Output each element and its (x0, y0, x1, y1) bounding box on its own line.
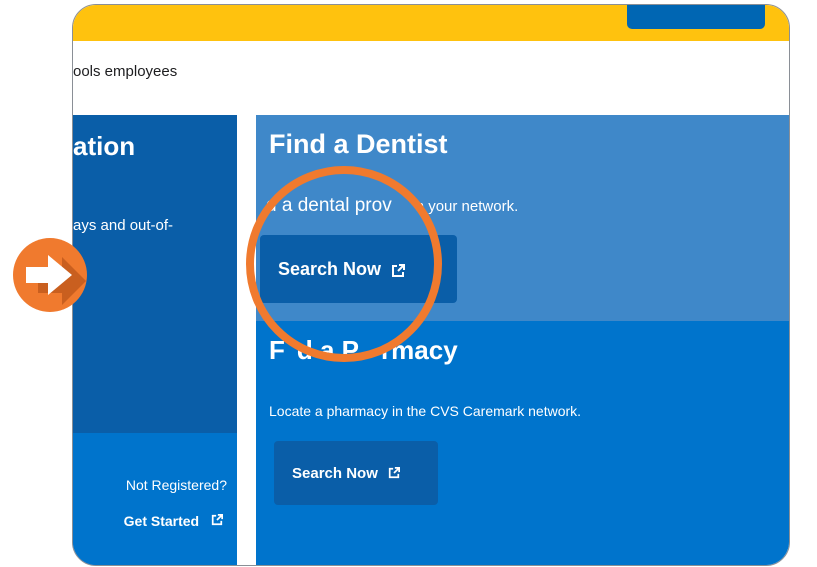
pharmacy-title-left: F (269, 335, 285, 365)
play-arrow-icon (12, 237, 96, 313)
left-panel: ation ays and out-of- Not Registered? Ge… (73, 115, 237, 565)
external-link-icon (391, 262, 406, 277)
dentist-search-now-button[interactable]: Search Now (260, 235, 457, 303)
left-panel-text: ays and out-of- (73, 217, 174, 234)
pharmacy-search-label: Search Now (292, 464, 378, 482)
find-dentist-description: d a dental prov n your network. (266, 195, 518, 217)
dentist-desc-part1: d a dental prov (266, 195, 392, 216)
find-pharmacy-title: Fd a P rmacy (269, 335, 458, 366)
not-registered-text: Not Registered? (125, 477, 227, 493)
top-bar (73, 5, 789, 41)
top-bar-button[interactable] (627, 5, 765, 29)
find-pharmacy-card: Fd a P rmacy Locate a pharmacy in the CVS… (256, 321, 789, 565)
get-started-label: Get Started (123, 513, 200, 529)
external-link-icon (211, 513, 225, 527)
find-pharmacy-description: Locate a pharmacy in the CVS Caremark ne… (269, 403, 582, 419)
get-started-link[interactable]: Get Started (124, 513, 225, 529)
screen-frame: ools employees ation ays and out-of- Not… (72, 4, 790, 566)
pharmacy-title-right: rmacy (381, 335, 458, 365)
left-panel-title: ation (73, 131, 136, 161)
dentist-desc-part2: n your network. (415, 198, 519, 215)
registration-footer: Not Registered? Get Started (73, 433, 237, 565)
dentist-search-label: Search Now (278, 258, 382, 279)
pharmacy-title-mid: d a P (296, 335, 360, 365)
find-dentist-title: Find a Dentist (269, 129, 448, 159)
find-dentist-card: Find a Dentist d a dental prov n your net… (256, 115, 789, 321)
page-subtitle: ools employees (73, 63, 178, 80)
external-link-icon (388, 466, 402, 480)
pharmacy-search-now-button[interactable]: Search Now (274, 441, 438, 505)
